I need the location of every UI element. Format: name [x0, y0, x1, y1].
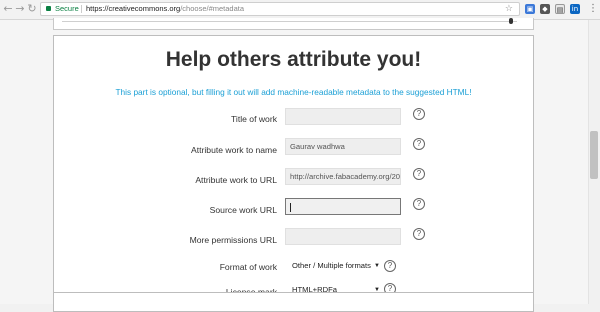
format-of-work-value: Other / Multiple formats [292, 261, 371, 270]
linkedin-extension-icon[interactable]: in [570, 4, 580, 14]
attribute-url-input[interactable]: http://archive.fabacademy.org/2018/ [285, 168, 401, 185]
help-icon-format[interactable]: ? [384, 260, 396, 272]
browser-toolbar: ← → ↻ Secure https://creativecommons.org… [0, 0, 600, 20]
address-separator [81, 5, 82, 13]
text-cursor [290, 202, 291, 212]
slider-track[interactable] [62, 21, 517, 22]
format-of-work-label: Format of work [219, 262, 277, 272]
attribution-card: Help others attribute you! This part is … [53, 35, 534, 301]
back-arrow-icon[interactable]: ← [2, 3, 14, 15]
more-permissions-input[interactable] [285, 228, 401, 245]
source-url-input[interactable] [285, 198, 401, 215]
secure-label: Secure [55, 4, 79, 13]
page-title: Help others attribute you! [165, 48, 422, 71]
help-icon-name[interactable]: ? [413, 138, 425, 150]
extension-icon-2[interactable]: ◆ [540, 4, 550, 14]
previous-section-card [53, 18, 534, 30]
scrollbar-thumb[interactable] [590, 131, 598, 179]
url-path: /choose/#metadata [180, 4, 245, 13]
forward-arrow-icon[interactable]: → [14, 3, 26, 15]
help-icon-title[interactable]: ? [413, 108, 425, 120]
url-text: https://creativecommons.org/choose/#meta… [86, 3, 244, 15]
next-section-card [53, 292, 534, 312]
format-of-work-select[interactable]: Other / Multiple formats ▼ [292, 259, 380, 273]
reload-icon[interactable]: ↻ [26, 3, 38, 15]
attribute-url-label: Attribute work to URL [195, 175, 277, 185]
extension-icon-3[interactable]: ▤ [555, 4, 565, 14]
help-icon-permissions[interactable]: ? [413, 228, 425, 240]
source-url-label: Source work URL [209, 205, 277, 215]
page-content: Help others attribute you! This part is … [0, 18, 600, 312]
title-of-work-label: Title of work [230, 114, 277, 124]
card-subtitle: This part is optional, but filling it ou… [115, 87, 472, 97]
help-icon-url[interactable]: ? [413, 168, 425, 180]
more-permissions-label: More permissions URL [189, 235, 277, 245]
attribute-name-input[interactable]: Gaurav wadhwa [285, 138, 401, 155]
attribute-name-label: Attribute work to name [191, 145, 277, 155]
extension-icon-1[interactable]: ▣ [525, 4, 535, 14]
address-bar[interactable]: Secure https://creativecommons.org/choos… [40, 2, 520, 16]
dropdown-arrow-icon: ▼ [374, 263, 380, 269]
lock-icon [46, 6, 51, 11]
title-of-work-input[interactable] [285, 108, 401, 125]
browser-menu-icon[interactable]: ⋮ [588, 3, 598, 14]
bookmark-star-icon[interactable]: ☆ [505, 3, 513, 15]
slider-handle[interactable] [509, 18, 513, 24]
help-icon-source[interactable]: ? [413, 198, 425, 210]
url-host: https://creativecommons.org [86, 4, 181, 13]
